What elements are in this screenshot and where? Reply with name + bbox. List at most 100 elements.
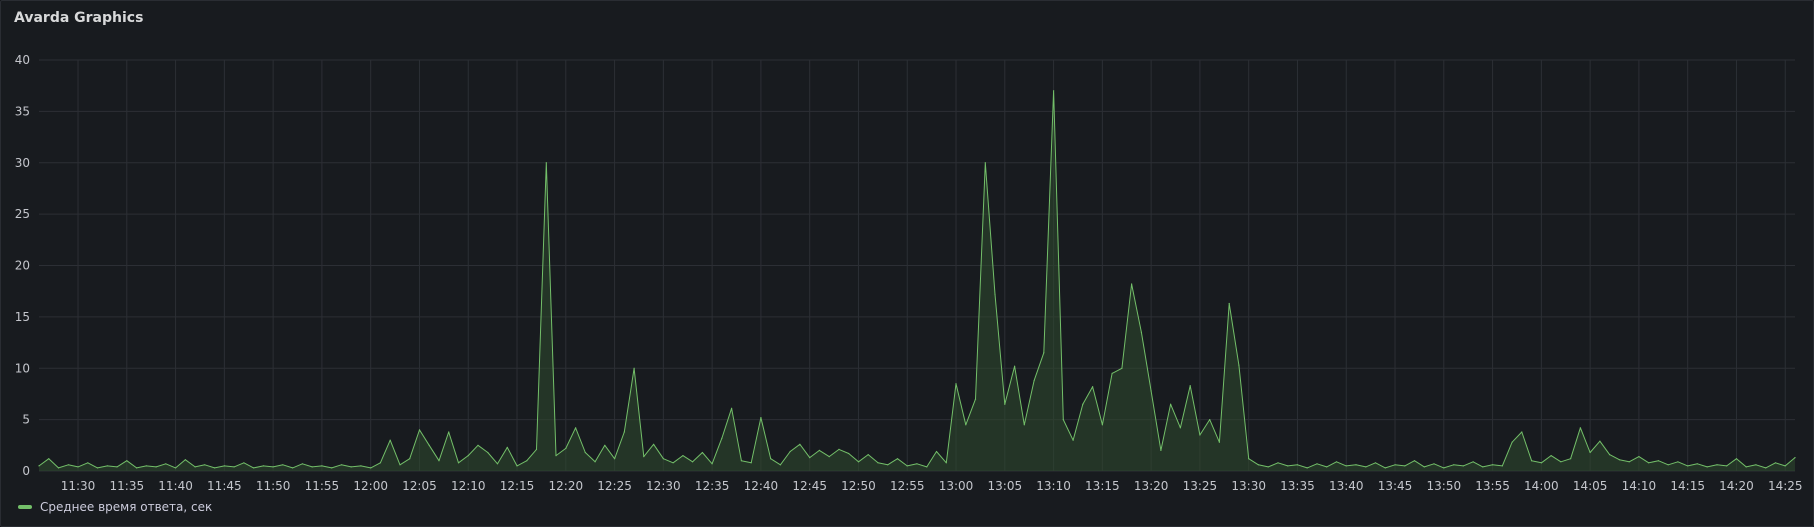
data-point	[565, 447, 567, 449]
data-point	[1540, 462, 1542, 464]
data-point	[1140, 331, 1142, 333]
data-point	[1677, 461, 1679, 463]
legend-swatch	[18, 505, 32, 509]
data-point	[126, 460, 128, 462]
x-tick-label: 12:15	[500, 479, 535, 493]
data-point	[1111, 372, 1113, 374]
x-tick-label: 13:30	[1231, 479, 1266, 493]
x-tick-label: 14:05	[1573, 479, 1608, 493]
data-point	[1082, 403, 1084, 405]
data-point	[331, 467, 333, 469]
data-point	[1404, 465, 1406, 467]
data-point	[1589, 451, 1591, 454]
data-point	[848, 452, 850, 455]
data-point	[935, 450, 938, 453]
data-point	[1609, 454, 1611, 456]
data-point	[1735, 458, 1738, 460]
data-point	[770, 458, 772, 460]
x-tick-label: 12:35	[695, 479, 730, 493]
data-point	[1706, 466, 1708, 468]
x-tick-label: 12:40	[744, 479, 779, 493]
data-point	[116, 466, 118, 468]
data-point	[896, 458, 899, 460]
data-point	[1579, 427, 1581, 429]
data-point	[682, 455, 684, 457]
data-point	[1765, 467, 1767, 469]
data-point	[1657, 460, 1659, 462]
data-point	[379, 462, 381, 464]
x-axis: 11:30 11:35 11:40 11:45 11:50 11:55 12:00 12:05…	[61, 479, 1803, 493]
data-point	[311, 466, 313, 468]
data-point	[67, 464, 69, 466]
data-point	[945, 462, 947, 464]
data-point	[1306, 467, 1308, 469]
data-point	[418, 429, 421, 431]
data-point	[672, 462, 674, 464]
data-point	[1794, 457, 1796, 459]
data-point	[1521, 431, 1523, 433]
data-point	[750, 462, 752, 464]
data-point	[555, 455, 557, 457]
data-point	[1053, 90, 1055, 92]
data-point	[1160, 449, 1162, 451]
x-tick-label: 12:20	[549, 479, 584, 493]
x-tick-label: 11:50	[256, 479, 291, 493]
data-point	[1267, 466, 1269, 468]
x-tick-label: 11:45	[207, 479, 242, 493]
y-tick-label: 10	[15, 361, 30, 375]
data-point	[175, 467, 177, 469]
x-tick-label: 14:10	[1622, 479, 1657, 493]
data-point	[340, 464, 342, 466]
data-point	[1531, 460, 1533, 462]
data-point	[692, 461, 694, 463]
data-point	[575, 427, 577, 429]
data-point	[584, 451, 586, 454]
data-point	[1482, 466, 1484, 468]
data-point	[1755, 464, 1757, 466]
x-tick-label: 13:20	[1134, 479, 1169, 493]
x-tick-label: 14:00	[1524, 479, 1559, 493]
data-point	[1667, 464, 1669, 466]
legend[interactable]: Среднее время ответа, сек	[18, 500, 212, 514]
data-point	[1150, 390, 1152, 392]
data-point	[887, 464, 889, 466]
data-point	[1423, 466, 1425, 468]
y-tick-label: 40	[15, 53, 30, 67]
data-point	[1209, 419, 1211, 421]
data-point	[204, 464, 206, 466]
x-tick-label: 11:35	[110, 479, 145, 493]
x-tick-label: 13:00	[939, 479, 974, 493]
data-point	[360, 465, 362, 467]
data-point	[233, 466, 235, 468]
data-point	[399, 464, 401, 466]
data-point	[965, 424, 967, 426]
x-tick-label: 13:35	[1280, 479, 1315, 493]
data-point	[760, 417, 762, 419]
data-point	[1131, 283, 1133, 285]
x-tick-label: 11:55	[305, 479, 340, 493]
data-point	[1384, 467, 1386, 469]
x-tick-label: 12:25	[597, 479, 632, 493]
x-tick-label: 12:00	[353, 479, 388, 493]
x-tick-label: 12:10	[451, 479, 486, 493]
data-point	[779, 464, 782, 466]
data-point	[1228, 302, 1230, 305]
legend-label[interactable]: Среднее время ответа, сек	[40, 500, 212, 514]
data-point	[594, 461, 596, 463]
data-point	[57, 467, 60, 469]
data-point	[799, 443, 801, 445]
data-point	[1726, 465, 1728, 467]
data-point	[165, 463, 167, 465]
data-point	[1648, 462, 1650, 464]
data-point	[1618, 459, 1620, 461]
series-area	[39, 90, 1795, 472]
time-series-chart[interactable]: 0510152025303540 11:30 11:35 11:40 11:45 11:…	[1, 1, 1813, 526]
data-point	[136, 467, 138, 469]
data-point	[1316, 463, 1318, 465]
data-point	[1745, 466, 1747, 468]
data-point	[1501, 465, 1503, 467]
data-point	[1453, 464, 1455, 466]
data-point	[1199, 434, 1201, 436]
data-point	[1394, 464, 1396, 466]
data-point	[545, 162, 547, 164]
